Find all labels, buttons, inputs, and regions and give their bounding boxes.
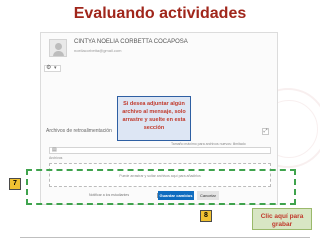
user-name: CINTYA NOELIA CORBETTA COCAPOSA xyxy=(74,39,188,45)
user-header: CINTYA NOELIA CORBETTA COCAPOSA noeliaco… xyxy=(49,38,271,58)
avatar xyxy=(49,39,67,57)
attach-callout: Si desea adjuntar algún archivo al mensa… xyxy=(117,96,191,141)
add-file-icon[interactable]: ▤ xyxy=(52,147,57,154)
dropzone-highlight-frame xyxy=(26,169,296,205)
slide-title: Evaluando actividades xyxy=(73,5,247,22)
chevron-down-icon: ▾ xyxy=(54,65,57,71)
attach-callout-text: Si desea adjuntar algún archivo al mensa… xyxy=(122,101,186,131)
max-size-label: Tamaño máximo para archivos nuevos: ilim… xyxy=(171,142,246,146)
files-folder-label[interactable]: Archivos xyxy=(49,156,62,160)
save-callout: Clic aquí para grabar xyxy=(252,208,312,230)
step-badge-7: 7 xyxy=(9,178,21,190)
filepicker-toolbar: ▤ xyxy=(49,147,271,154)
bottom-divider xyxy=(20,237,310,238)
save-callout-text: Clic aquí para grabar xyxy=(260,213,304,228)
step-badge-8: 8 xyxy=(200,210,212,222)
settings-menu[interactable]: ⚙ ▾ xyxy=(44,65,61,72)
section-label: Archivos de retroalimentación xyxy=(46,128,112,134)
expand-icon[interactable]: ⤢ xyxy=(262,128,269,135)
user-email: noeliacorbetta@gmail.com xyxy=(74,48,122,53)
gear-icon: ⚙ xyxy=(46,65,52,71)
